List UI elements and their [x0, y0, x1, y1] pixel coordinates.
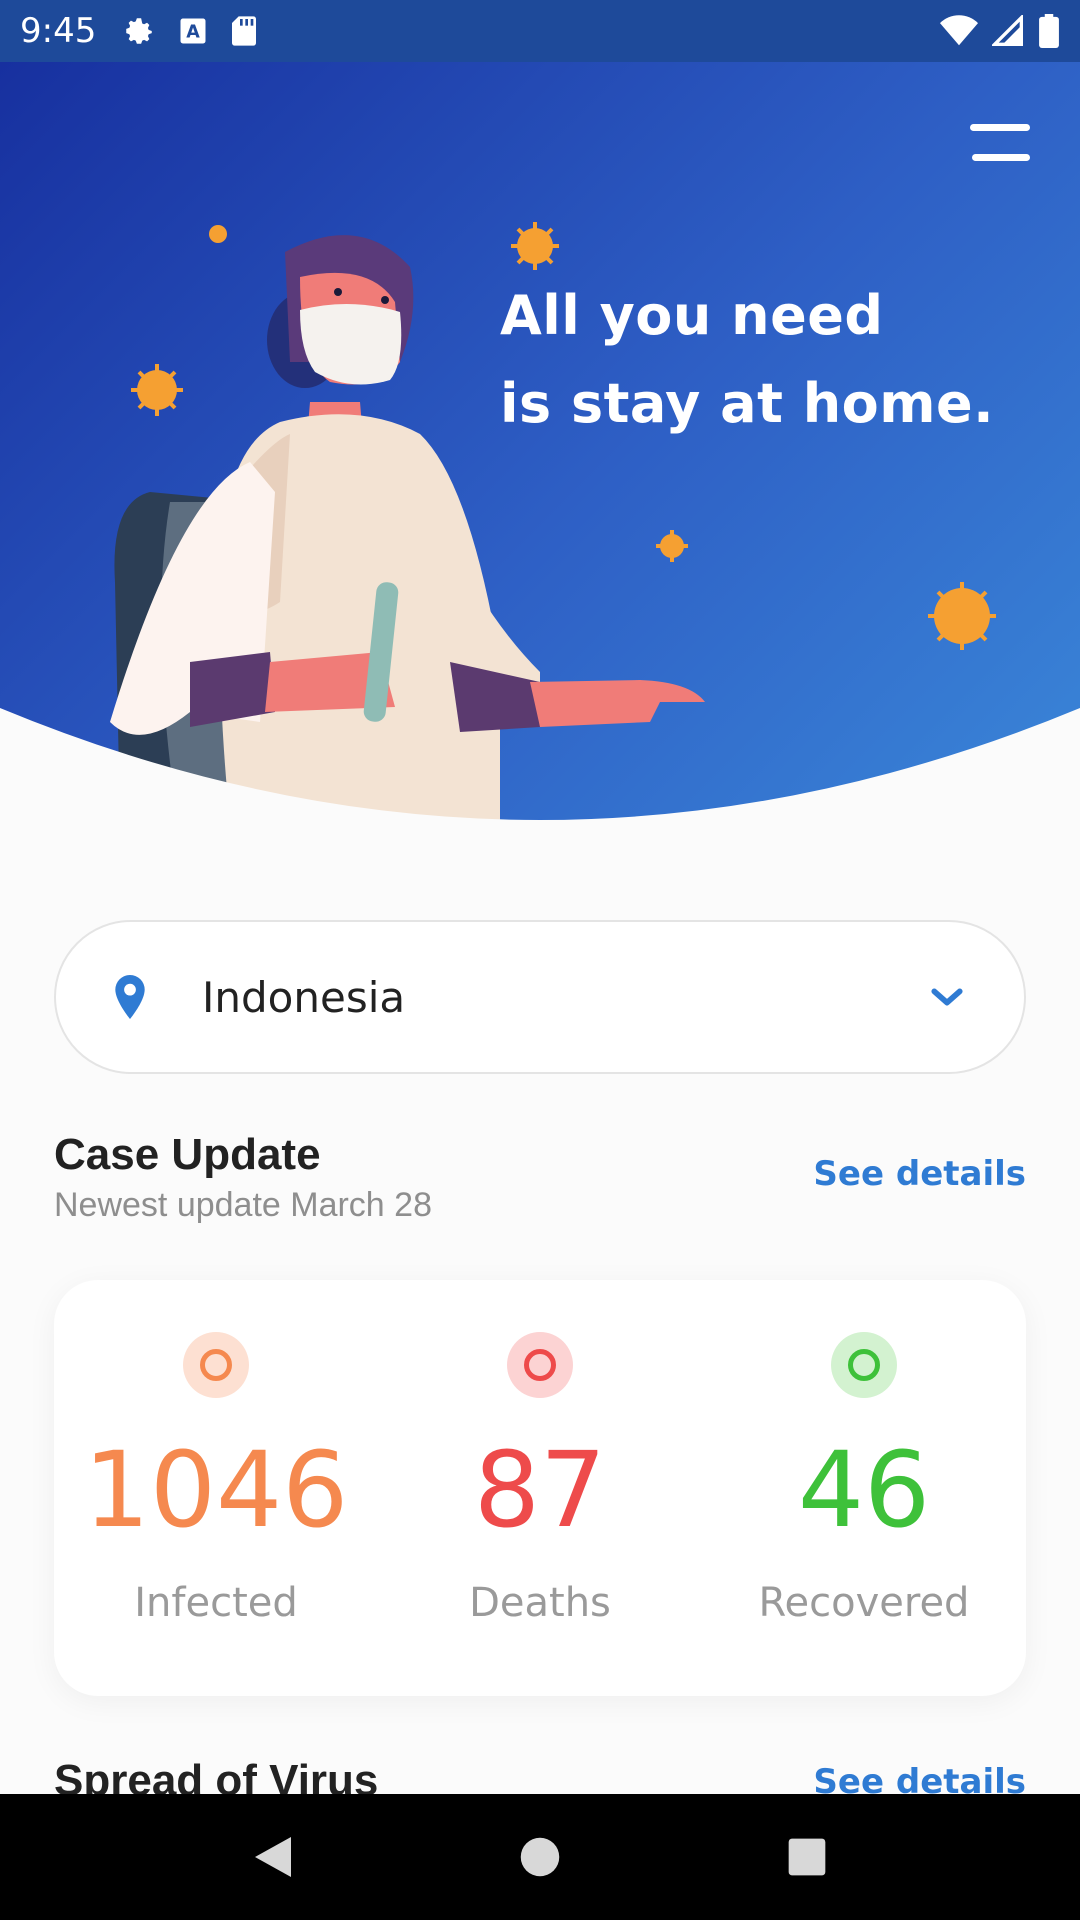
- recents-icon: [788, 1838, 825, 1876]
- battery-icon: [1039, 14, 1059, 48]
- case-stats-card: 1046 Infected 87 Deaths 46 Recovered: [54, 1280, 1026, 1696]
- deaths-indicator-icon: [507, 1332, 573, 1398]
- hero-title-line2: is stay at home.: [500, 372, 995, 435]
- stat-recovered: 46 Recovered: [702, 1280, 1026, 1696]
- signal-icon: [992, 15, 1023, 46]
- location-pin-icon: [115, 975, 145, 1019]
- stat-value: 87: [473, 1429, 607, 1551]
- status-time: 9:45: [20, 11, 97, 51]
- case-update-subtitle: Newest update March 28: [54, 1186, 432, 1224]
- home-icon: [520, 1837, 560, 1877]
- stat-infected: 1046 Infected: [54, 1280, 378, 1696]
- status-bar: 9:45 A: [0, 0, 1080, 62]
- wifi-icon: [940, 15, 978, 46]
- stat-label: Recovered: [758, 1580, 970, 1626]
- text-a-icon: A: [180, 18, 206, 44]
- case-update-see-details-link[interactable]: See details: [813, 1154, 1026, 1194]
- back-icon: [255, 1837, 292, 1877]
- navigation-bar: [0, 1794, 1080, 1920]
- stat-label: Deaths: [469, 1580, 611, 1626]
- recents-button[interactable]: [777, 1827, 837, 1887]
- stat-value: 1046: [83, 1429, 349, 1551]
- gear-icon: [126, 18, 153, 44]
- chevron-down-icon: [931, 988, 963, 1006]
- menu-button[interactable]: [964, 124, 1030, 168]
- hero-banner: All you need is stay at home.: [0, 62, 1080, 822]
- infected-indicator-icon: [183, 1332, 249, 1398]
- stat-value: 46: [797, 1429, 931, 1551]
- home-button[interactable]: [510, 1827, 570, 1887]
- country-value: Indonesia: [202, 972, 406, 1022]
- country-dropdown[interactable]: Indonesia: [54, 920, 1026, 1074]
- svg-text:A: A: [187, 22, 201, 42]
- recovered-indicator-icon: [831, 1332, 897, 1398]
- back-button[interactable]: [243, 1827, 303, 1887]
- sd-card-icon: [232, 16, 257, 46]
- hero-title: All you need is stay at home.: [500, 272, 994, 448]
- hero-title-line1: All you need: [500, 284, 884, 347]
- case-update-title: Case Update: [54, 1130, 321, 1179]
- stat-label: Infected: [134, 1580, 298, 1626]
- stat-deaths: 87 Deaths: [378, 1280, 702, 1696]
